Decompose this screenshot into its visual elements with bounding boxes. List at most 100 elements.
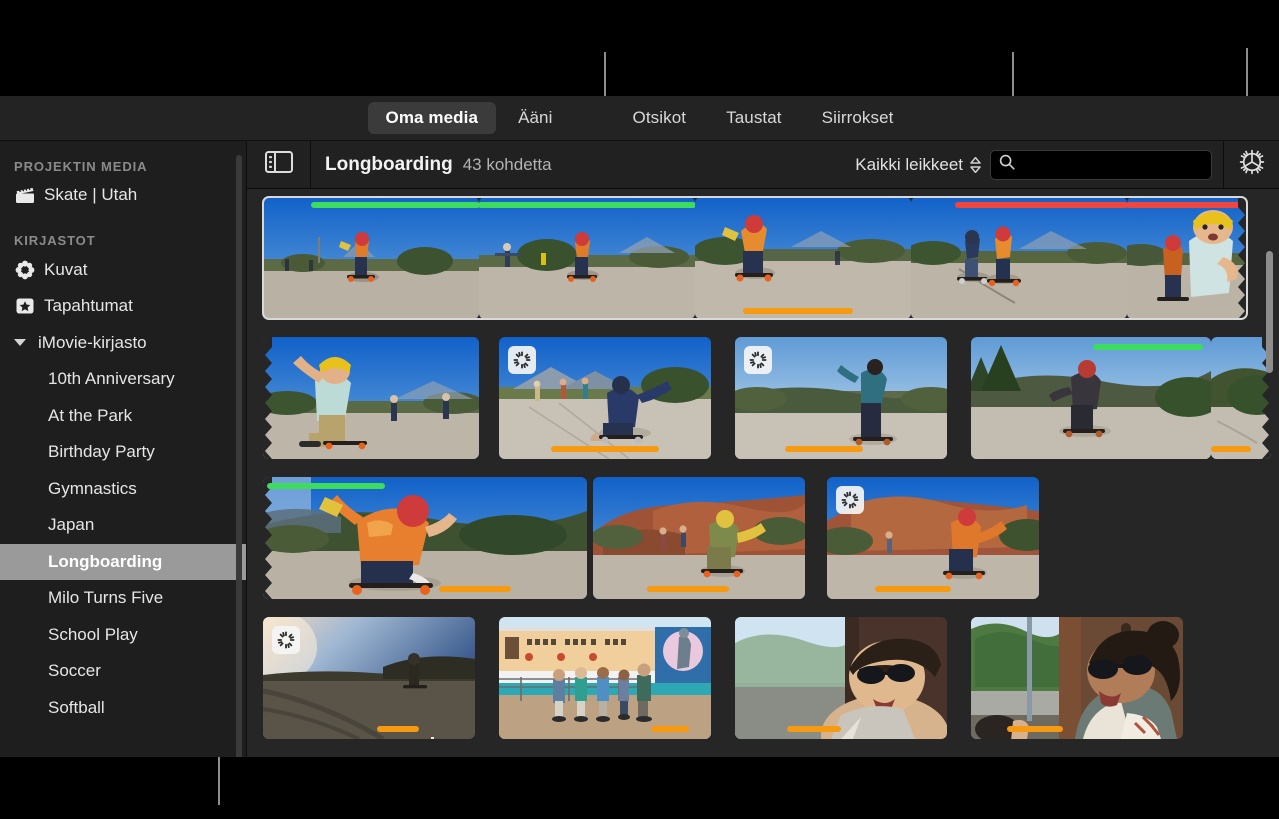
stabilization-spinner-icon: [836, 486, 864, 514]
clip-row1-5[interactable]: [1127, 197, 1247, 319]
gear-icon: [1238, 148, 1266, 181]
sidebar-item-label: Longboarding: [48, 551, 163, 571]
browser-heading: Longboarding 43 kohdetta: [311, 154, 552, 176]
stabilization-spinner-icon: [508, 346, 536, 374]
sidebar-group-kirjastot: KIRJASTOT: [14, 233, 96, 248]
search-field[interactable]: [990, 149, 1212, 180]
screenshot-root: Oma media Ääni Otsikot Taustat Siirrokse…: [0, 0, 1279, 819]
clip-row4-2[interactable]: [499, 617, 711, 739]
sidebar-item-label: School Play: [48, 624, 138, 644]
page-title: Longboarding: [325, 153, 453, 175]
sidebar-item-japan[interactable]: Japan: [0, 507, 246, 544]
clip-row2-5[interactable]: [1211, 337, 1271, 459]
sidebar-item-imovie-kirjasto[interactable]: iMovie-kirjasto: [0, 325, 246, 362]
clip-row1-2[interactable]: [479, 197, 695, 319]
tab-aani[interactable]: Ääni: [500, 102, 570, 134]
sidebar-item-10th-anniversary[interactable]: 10th Anniversary: [0, 361, 246, 398]
stepper-up-down-icon[interactable]: [970, 156, 981, 173]
sidebar-item-label: Softball: [48, 697, 105, 717]
analysis-bar: [875, 586, 951, 592]
grid-scrollbar[interactable]: [1266, 251, 1273, 373]
sidebar-item-birthday-party[interactable]: Birthday Party: [0, 434, 246, 471]
window-body: PROJEKTIN MEDIA Skate | Utah KIRJASTOT K…: [0, 140, 1279, 757]
sidebar-item-kuvat[interactable]: Kuvat: [0, 252, 246, 289]
sidebar-item-school-play[interactable]: School Play: [0, 617, 246, 654]
search-input[interactable]: [1021, 156, 1199, 173]
libraries-sidebar[interactable]: PROJEKTIN MEDIA Skate | Utah KIRJASTOT K…: [0, 141, 247, 757]
favorite-bar: [479, 202, 695, 208]
media-browser-tabbar: Oma media Ääni Otsikot Taustat Siirrokse…: [0, 96, 1279, 141]
clip-row3-2[interactable]: [593, 477, 805, 599]
sidebar-item-label: Milo Turns Five: [48, 588, 164, 608]
clip-filter-label[interactable]: Kaikki leikkeet: [855, 155, 963, 175]
media-grid[interactable]: [247, 189, 1279, 757]
sidebar-item-label: Soccer: [48, 661, 101, 681]
sidebar-item-tapahtumat[interactable]: Tapahtumat: [0, 288, 246, 325]
clip-row1-1[interactable]: [263, 197, 479, 319]
sidebar-item-skate-utah[interactable]: Skate | Utah: [0, 177, 246, 214]
stabilization-spinner-icon: [272, 626, 300, 654]
media-browser: Longboarding 43 kohdetta Kaikki leikkeet: [247, 140, 1279, 757]
sidebar-item-longboarding[interactable]: Longboarding: [0, 543, 246, 580]
analysis-bar: [1007, 726, 1063, 732]
clip-row2-2[interactable]: [499, 337, 711, 459]
analysis-bar: [647, 586, 729, 592]
tab-otsikot[interactable]: Otsikot: [615, 102, 705, 134]
favorite-bar: [1093, 344, 1203, 350]
filmstrip-torn-edge-icon: [263, 337, 272, 459]
sidebar-toggle-icon: [264, 151, 293, 178]
analysis-bar: [1211, 446, 1251, 452]
clip-row1-3[interactable]: [695, 197, 911, 319]
reject-bar: [1127, 202, 1247, 208]
reject-bar: [955, 202, 1127, 208]
sidebar-item-gymnastics[interactable]: Gymnastics: [0, 471, 246, 508]
filmstrip-torn-edge-icon: [263, 477, 272, 599]
sidebar-item-label: iMovie-kirjasto: [38, 332, 147, 352]
sidebar-item-soccer[interactable]: Soccer: [0, 653, 246, 690]
clip-row2-4[interactable]: [971, 337, 1211, 459]
analysis-bar: [651, 726, 689, 732]
tab-taustat[interactable]: Taustat: [708, 102, 800, 134]
sidebar-item-milo-turns-five[interactable]: Milo Turns Five: [0, 580, 246, 617]
sidebar-item-label: Gymnastics: [48, 478, 137, 498]
clip-row3-1[interactable]: [263, 477, 587, 599]
imovie-window: Oma media Ääni Otsikot Taustat Siirrokse…: [0, 96, 1279, 757]
sidebar-item-label: At the Park: [48, 405, 133, 425]
favorite-bar: [267, 483, 385, 489]
browser-toolbar: Longboarding 43 kohdetta Kaikki leikkeet: [247, 140, 1279, 189]
clip-row2-3[interactable]: [735, 337, 947, 459]
sidebar-group-projektin-media: PROJEKTIN MEDIA: [14, 158, 148, 174]
sidebar-item-softball[interactable]: Softball: [0, 690, 246, 727]
clip-row3-3[interactable]: [827, 477, 1039, 599]
analysis-bar: [785, 446, 863, 452]
sidebar-scrollbar[interactable]: [236, 155, 242, 757]
photos-flower-icon: [14, 260, 36, 280]
clip-row4-1[interactable]: [263, 617, 475, 739]
analysis-bar: [787, 726, 841, 732]
browser-toolbar-right: Kaikki leikkeet: [855, 140, 1279, 189]
analysis-bar: [551, 446, 659, 452]
sidebar-item-label: Birthday Party: [48, 442, 155, 462]
item-count: 43 kohdetta: [462, 154, 552, 174]
sidebar-toggle-button[interactable]: [247, 140, 311, 189]
clip-row1-4[interactable]: [911, 197, 1127, 319]
analysis-bar: [743, 308, 853, 314]
tab-siirrokset[interactable]: Siirrokset: [804, 102, 912, 134]
search-icon: [999, 154, 1015, 175]
clip-row4-3[interactable]: [735, 617, 947, 739]
favorite-bar: [311, 202, 479, 208]
sidebar-item-label: 10th Anniversary: [48, 369, 175, 389]
settings-button[interactable]: [1223, 140, 1279, 189]
analysis-bar: [377, 726, 419, 732]
clip-row4-4[interactable]: [971, 617, 1183, 739]
sidebar-item-label: Skate | Utah: [44, 185, 138, 205]
clip-row2-1[interactable]: [263, 337, 479, 459]
filmstrip-torn-edge-icon: [1238, 197, 1247, 319]
events-star-icon: [14, 296, 36, 316]
sidebar-item-label: Japan: [48, 515, 95, 535]
tab-oma-media[interactable]: Oma media: [367, 102, 497, 134]
sidebar-item-label: Tapahtumat: [44, 296, 133, 316]
disclosure-triangle-icon[interactable]: [14, 339, 26, 347]
sidebar-item-at-the-park[interactable]: At the Park: [0, 398, 246, 435]
stabilization-spinner-icon: [744, 346, 772, 374]
